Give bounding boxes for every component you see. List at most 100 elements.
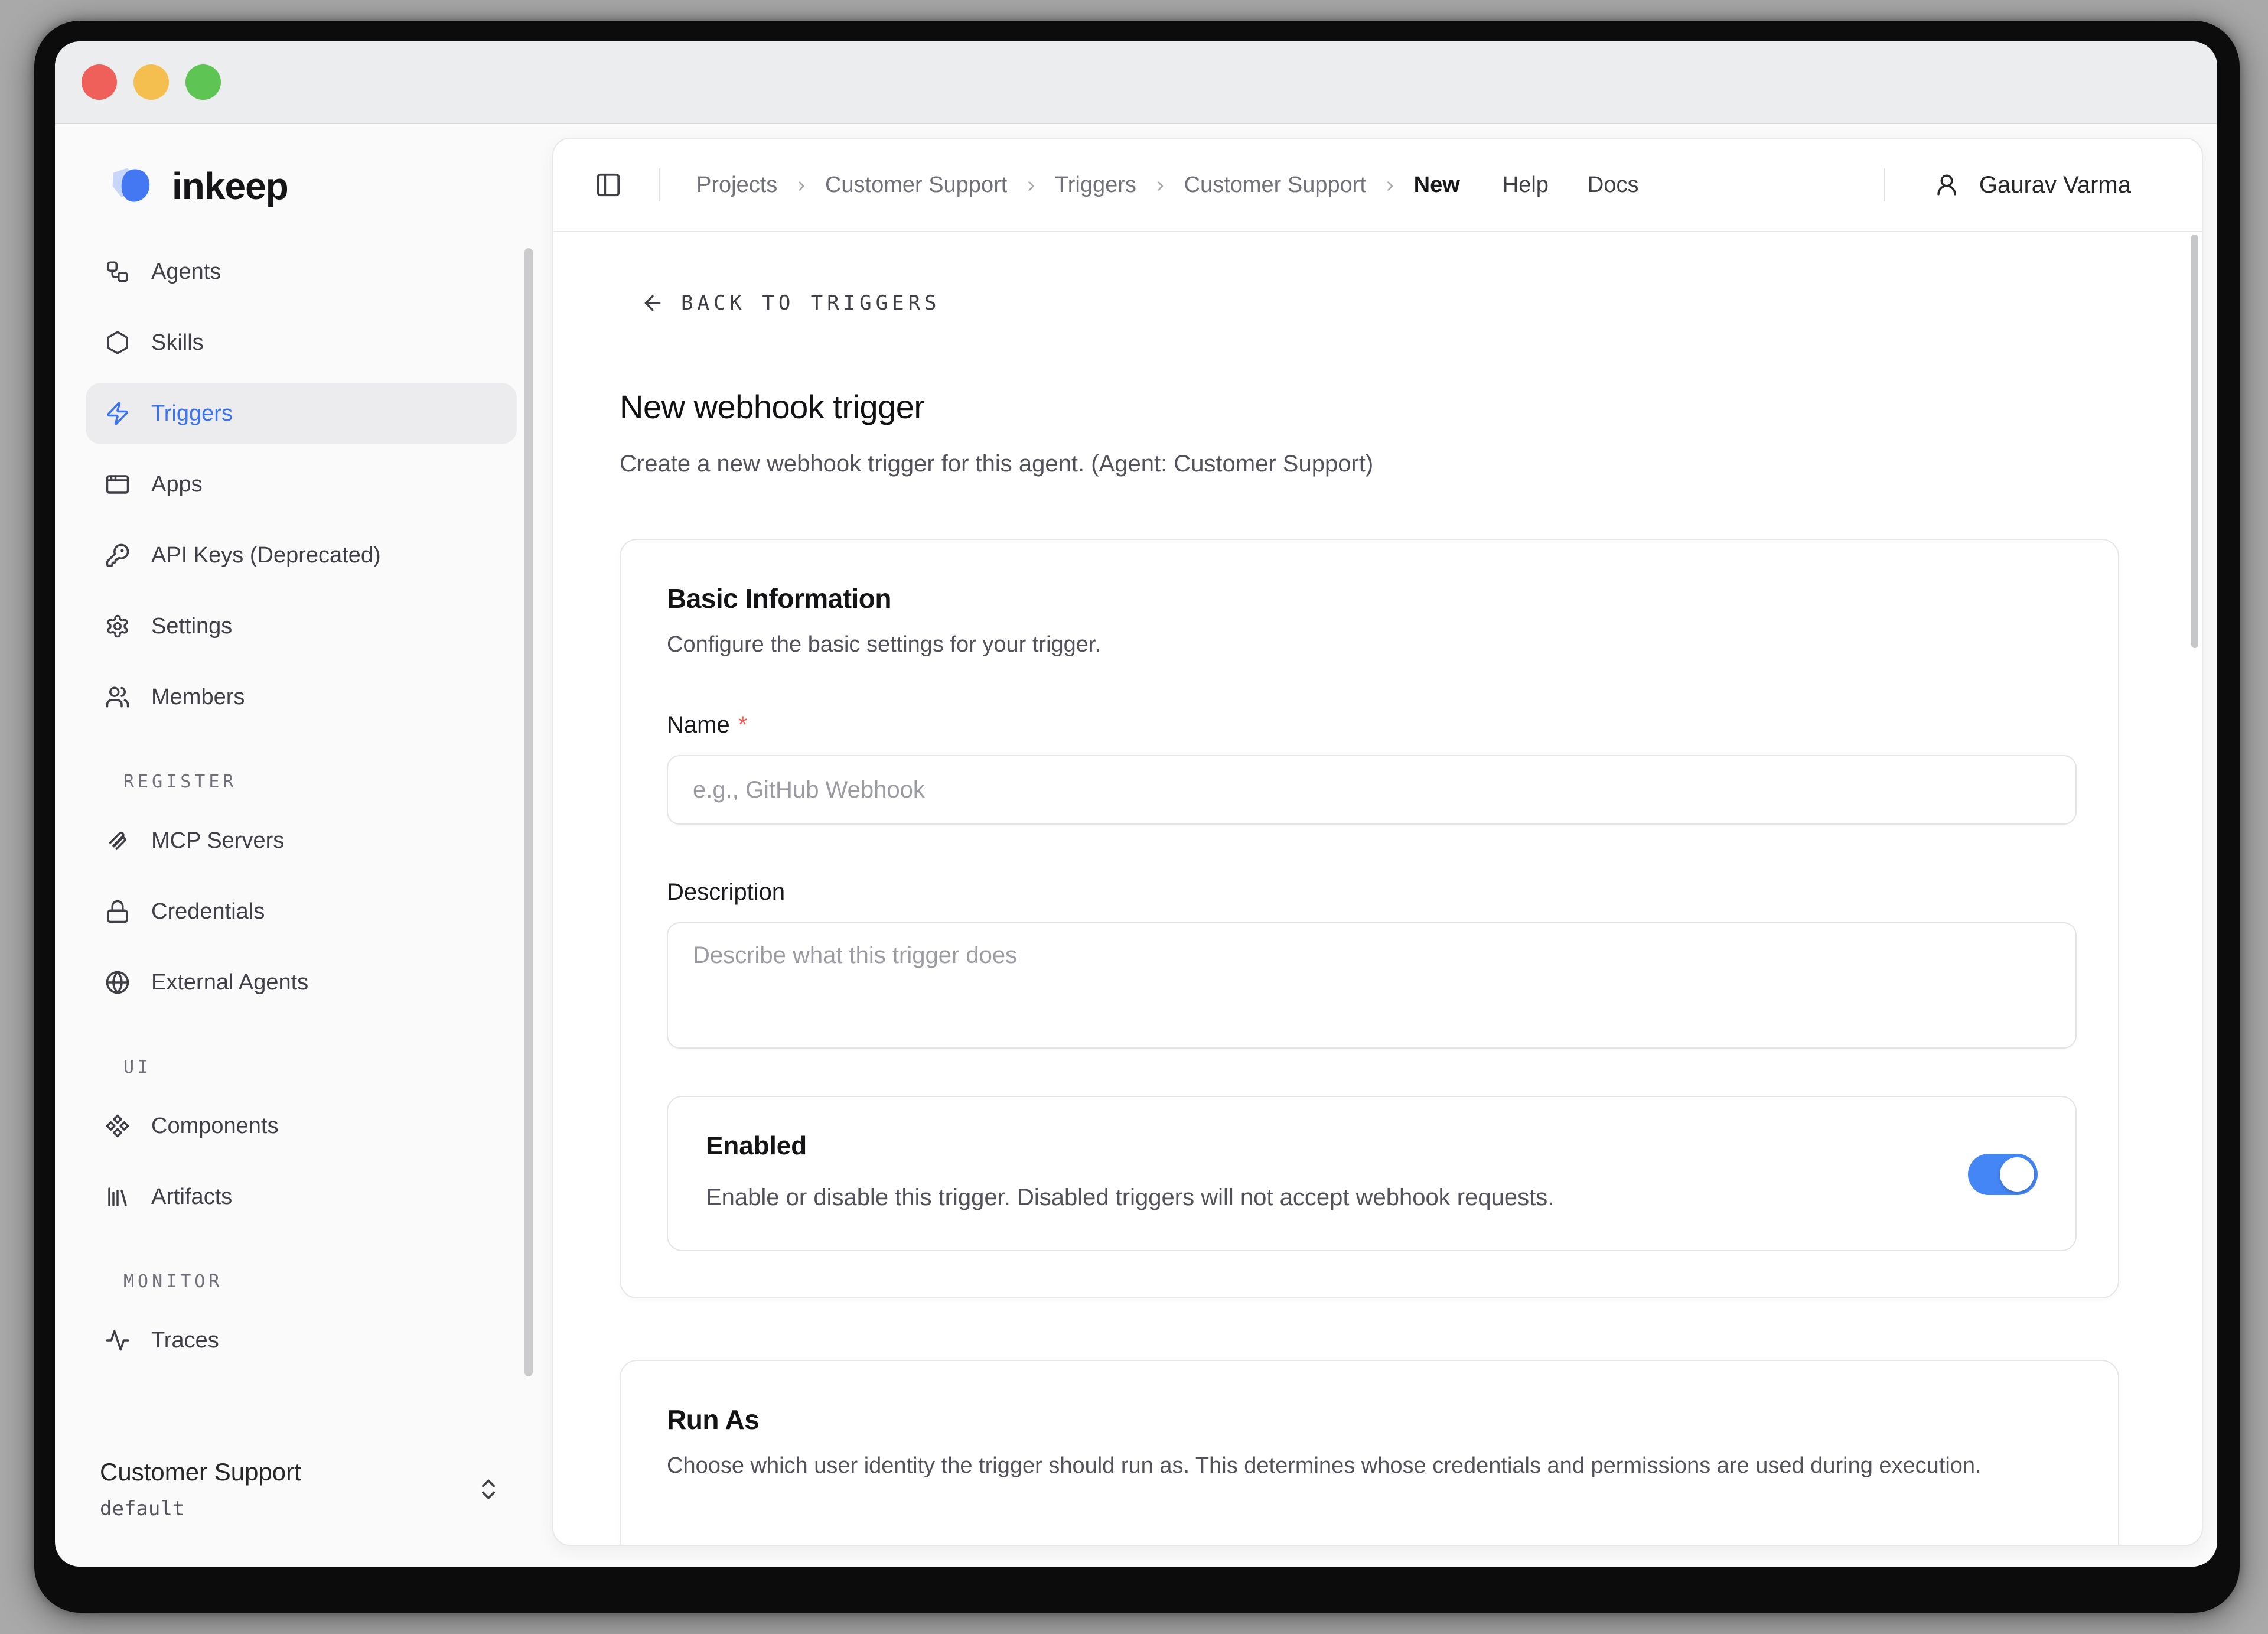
sidebar-item-components[interactable]: Components	[86, 1095, 517, 1157]
sidebar-item-label: Triggers	[151, 401, 233, 427]
sidebar-item-artifacts[interactable]: Artifacts	[86, 1166, 517, 1228]
required-asterisk: *	[738, 712, 748, 738]
enabled-description: Enable or disable this trigger. Disabled…	[706, 1184, 1554, 1211]
sidebar-section-register: REGISTER	[123, 772, 517, 792]
breadcrumb-current: New	[1414, 172, 1460, 198]
hexagon-icon	[105, 330, 130, 355]
chevron-right-icon: ›	[1027, 172, 1035, 198]
sidebar-item-label: Components	[151, 1114, 278, 1139]
component-icon	[105, 1114, 130, 1138]
sidebar-nav: Agents Skills Triggers Apps	[86, 241, 517, 1381]
name-label: Name *	[667, 712, 2072, 738]
sidebar-item-mcp-servers[interactable]: MCP Servers	[86, 810, 517, 871]
brand-logo[interactable]: inkeep	[100, 161, 552, 211]
sidebar-item-members[interactable]: Members	[86, 666, 517, 728]
sidebar-item-label: MCP Servers	[151, 828, 284, 854]
brand-name: inkeep	[172, 164, 288, 208]
content-scrollbar[interactable]	[2191, 235, 2198, 648]
sidebar-item-apps[interactable]: Apps	[86, 454, 517, 515]
sidebar-item-label: Traces	[151, 1328, 219, 1353]
chevron-right-icon: ›	[1386, 172, 1394, 198]
window-bezel: inkeep Agents Skills Triggers	[34, 21, 2240, 1613]
breadcrumb-triggers[interactable]: Triggers	[1055, 172, 1136, 198]
main-panel: Projects › Customer Support › Triggers ›…	[552, 138, 2203, 1546]
sidebar-item-label: Settings	[151, 614, 232, 639]
sidebar-item-label: Apps	[151, 472, 203, 497]
globe-icon	[105, 970, 130, 995]
enabled-toggle[interactable]	[1968, 1154, 2038, 1195]
workspace-switcher[interactable]: Customer Support default	[100, 1458, 501, 1521]
card-description: Configure the basic settings for your tr…	[667, 632, 2072, 657]
back-to-triggers-link[interactable]: BACK TO TRIGGERS	[641, 291, 941, 315]
sidebar-item-external-agents[interactable]: External Agents	[86, 952, 517, 1013]
toggle-knob	[2000, 1157, 2034, 1192]
page-subtitle: Create a new webhook trigger for this ag…	[620, 451, 2119, 477]
workspace-name: Customer Support	[100, 1458, 301, 1486]
description-textarea[interactable]	[667, 922, 2077, 1049]
sidebar-item-label: Members	[151, 685, 245, 710]
back-link-label: BACK TO TRIGGERS	[681, 291, 941, 315]
titlebar	[55, 41, 2217, 124]
run-as-card: Run As Choose which user identity the tr…	[620, 1360, 2119, 1545]
enabled-setting-row: Enabled Enable or disable this trigger. …	[667, 1096, 2077, 1251]
sidebar-item-skills[interactable]: Skills	[86, 312, 517, 373]
gear-icon	[105, 614, 130, 639]
app-window: inkeep Agents Skills Triggers	[55, 41, 2217, 1567]
sidebar-toggle-button[interactable]	[595, 171, 622, 198]
user-icon	[1934, 172, 1959, 197]
sidebar-item-settings[interactable]: Settings	[86, 595, 517, 657]
breadcrumb-agent[interactable]: Customer Support	[1184, 172, 1366, 198]
activity-icon	[105, 1328, 130, 1353]
sidebar-item-label: Skills	[151, 330, 204, 356]
app-window-icon	[105, 472, 130, 497]
sidebar-section-ui: UI	[123, 1057, 517, 1078]
users-icon	[105, 685, 130, 709]
workflow-icon	[105, 259, 130, 284]
sidebar-item-label: Agents	[151, 259, 221, 285]
breadcrumb-bar: Projects › Customer Support › Triggers ›…	[553, 139, 2202, 232]
close-window-button[interactable]	[82, 64, 117, 100]
basic-information-card: Basic Information Configure the basic se…	[620, 539, 2119, 1298]
enabled-label: Enabled	[706, 1131, 1554, 1161]
sidebar-item-label: Artifacts	[151, 1184, 232, 1210]
page-content: BACK TO TRIGGERS New webhook trigger Cre…	[553, 232, 2202, 1545]
chevron-right-icon: ›	[797, 172, 805, 198]
sidebar-item-agents[interactable]: Agents	[86, 241, 517, 302]
sidebar-item-label: External Agents	[151, 970, 308, 995]
mcp-icon	[105, 828, 130, 853]
name-input[interactable]	[667, 755, 2077, 825]
maximize-window-button[interactable]	[185, 64, 221, 100]
card-description: Choose which user identity the trigger s…	[667, 1453, 2072, 1479]
chevron-right-icon: ›	[1156, 172, 1164, 198]
page-title: New webhook trigger	[620, 388, 2119, 426]
description-label: Description	[667, 879, 2072, 906]
sidebar-item-triggers[interactable]: Triggers	[86, 383, 517, 444]
docs-link[interactable]: Docs	[1588, 172, 1639, 198]
breadcrumb: Projects › Customer Support › Triggers ›…	[696, 172, 1460, 198]
header-divider	[1884, 168, 1885, 201]
help-link[interactable]: Help	[1503, 172, 1549, 198]
lock-icon	[105, 899, 130, 924]
sidebar-item-api-keys[interactable]: API Keys (Deprecated)	[86, 525, 517, 586]
user-menu[interactable]: Gaurav Varma	[1934, 172, 2131, 198]
breadcrumb-customer-support[interactable]: Customer Support	[825, 172, 1007, 198]
sidebar-section-monitor: MONITOR	[123, 1271, 517, 1292]
minimize-window-button[interactable]	[133, 64, 169, 100]
sidebar-item-label: Credentials	[151, 899, 265, 925]
zap-icon	[105, 401, 130, 426]
sidebar-item-label: API Keys (Deprecated)	[151, 543, 381, 568]
chevrons-up-down-icon	[475, 1476, 501, 1502]
arrow-left-icon	[641, 291, 664, 315]
inkeep-logo-icon	[100, 164, 159, 209]
breadcrumb-projects[interactable]: Projects	[696, 172, 777, 198]
sidebar-scrollbar[interactable]	[524, 248, 533, 1376]
card-title: Run As	[667, 1404, 2072, 1436]
card-title: Basic Information	[667, 582, 2072, 614]
workspace-environment: default	[100, 1497, 301, 1521]
sidebar-item-credentials[interactable]: Credentials	[86, 881, 517, 942]
header-divider	[659, 168, 660, 201]
library-icon	[105, 1184, 130, 1209]
sidebar-item-traces[interactable]: Traces	[86, 1310, 517, 1371]
sidebar: inkeep Agents Skills Triggers	[55, 124, 552, 1567]
key-icon	[105, 543, 130, 568]
